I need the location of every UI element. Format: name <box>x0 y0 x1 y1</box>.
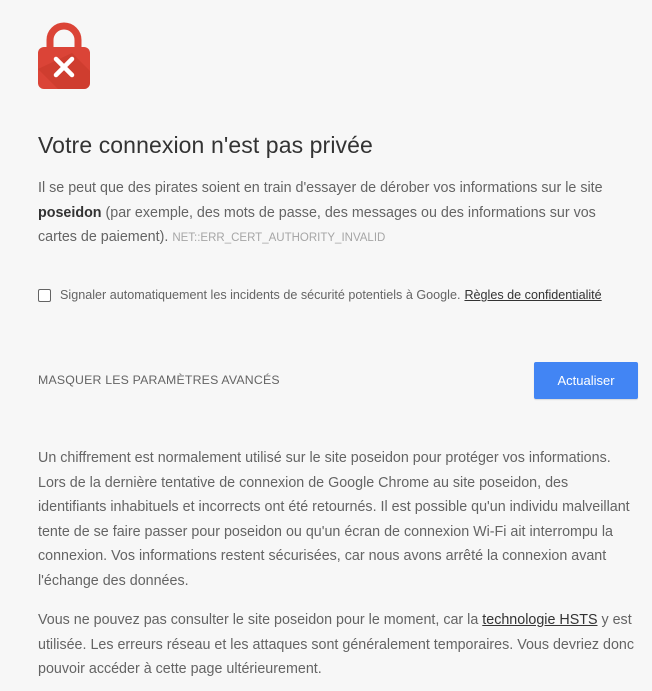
lock-error-icon <box>38 21 90 89</box>
reload-button[interactable]: Actualiser <box>534 362 638 399</box>
privacy-policy-link[interactable]: Règles de confidentialité <box>464 288 601 302</box>
report-label[interactable]: Signaler automatiquement les incidents d… <box>60 288 460 302</box>
interstitial-page: Votre connexion n'est pas privée Il se p… <box>0 0 652 691</box>
page-title: Votre connexion n'est pas privée <box>38 132 373 158</box>
details-paragraph-2: Vous ne pouvez pas consulter le site pos… <box>38 608 638 682</box>
details-paragraph-2-part1: Vous ne pouvez pas consulter le site pos… <box>38 612 483 628</box>
intro-text-part1: Il se peut que des pirates soient en tra… <box>38 180 603 196</box>
report-checkbox[interactable] <box>38 288 51 302</box>
intro-text: Il se peut que des pirates soient en tra… <box>38 176 638 251</box>
hsts-link[interactable]: technologie HSTS <box>482 612 597 628</box>
report-option: Signaler automatiquement les incidents d… <box>38 288 638 302</box>
hide-advanced-button[interactable]: MASQUER LES PARAMÈTRES AVANCÉS <box>38 373 280 387</box>
details-paragraph-1: Un chiffrement est normalement utilisé s… <box>38 450 630 589</box>
host-name: poseidon <box>38 204 102 221</box>
error-code[interactable]: NET::ERR_CERT_AUTHORITY_INVALID <box>172 232 385 244</box>
